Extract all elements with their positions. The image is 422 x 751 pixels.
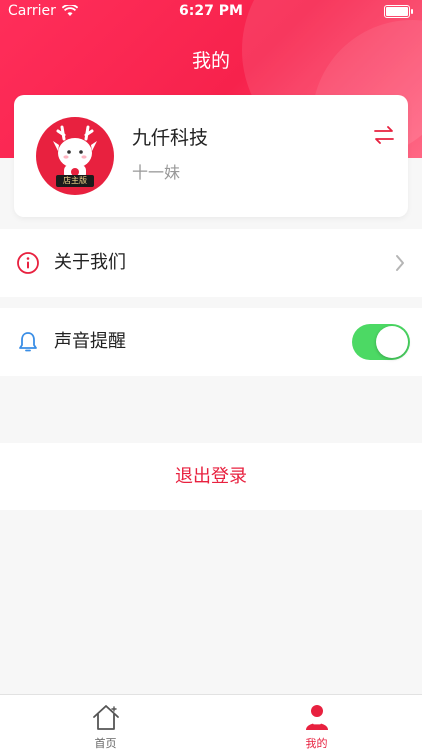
page-title: 我的 bbox=[191, 50, 230, 72]
tab-home-label: 首页 bbox=[94, 737, 117, 750]
menu-item-about[interactable]: 关于我们 bbox=[0, 229, 422, 297]
menu-item-sound: 声音提醒 bbox=[0, 308, 422, 376]
tab-home[interactable]: 首页 bbox=[0, 695, 211, 751]
status-time: 6:27 PM bbox=[179, 3, 243, 19]
bell-icon bbox=[19, 332, 37, 352]
info-circle-icon bbox=[17, 252, 39, 274]
menu-item-about-label: 关于我们 bbox=[54, 252, 126, 273]
logout-button[interactable]: 退出登录 bbox=[0, 443, 422, 510]
sound-toggle[interactable] bbox=[352, 324, 410, 360]
battery-icon bbox=[384, 5, 413, 18]
tab-bar: 首页 我的 bbox=[0, 694, 422, 751]
switch-account-icon[interactable] bbox=[372, 125, 396, 145]
user-icon bbox=[306, 705, 328, 730]
avatar-badge: 店主版 bbox=[56, 175, 94, 187]
avatar[interactable]: 店主版 bbox=[36, 117, 114, 195]
toggle-knob bbox=[376, 326, 408, 358]
chevron-right-icon bbox=[396, 255, 404, 271]
tab-mine[interactable]: 我的 bbox=[211, 695, 422, 751]
tab-mine-label: 我的 bbox=[305, 737, 328, 750]
status-bar: Carrier 6:27 PM bbox=[0, 0, 422, 24]
company-name: 九仟科技 bbox=[132, 127, 209, 149]
menu-item-sound-label: 声音提醒 bbox=[54, 331, 126, 352]
profile-card: 店主版 九仟科技 十一妹 bbox=[14, 95, 408, 217]
home-icon bbox=[93, 705, 119, 730]
user-name: 十一妹 bbox=[132, 163, 181, 182]
